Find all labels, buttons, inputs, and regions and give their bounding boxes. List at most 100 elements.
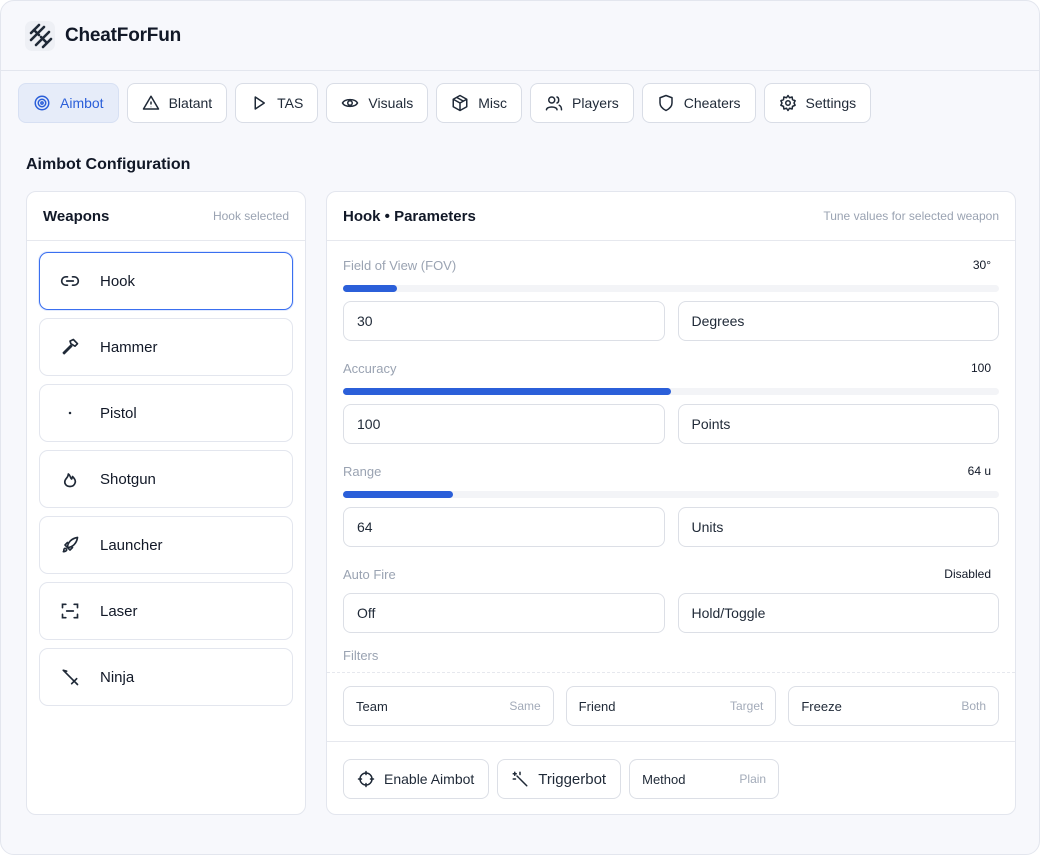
weapon-item-hammer[interactable]: Hammer bbox=[39, 318, 293, 376]
flame-icon bbox=[63, 473, 77, 488]
filter-friend[interactable]: Friend Target bbox=[565, 686, 777, 726]
target-icon bbox=[34, 95, 50, 111]
tab-aimbot[interactable]: Aimbot bbox=[18, 83, 119, 123]
weapon-item-shotgun[interactable]: Shotgun bbox=[39, 450, 293, 508]
tab-misc[interactable]: Misc bbox=[436, 83, 523, 123]
box-icon bbox=[452, 94, 468, 112]
weapon-label: Pistol bbox=[100, 404, 137, 422]
fov-slider[interactable] bbox=[343, 285, 999, 292]
weapons-hint: Hook selected bbox=[212, 209, 289, 223]
weapons-title: Weapons bbox=[43, 207, 110, 225]
weapon-item-launcher[interactable]: Launcher bbox=[39, 516, 293, 574]
filter-value: Target bbox=[729, 699, 764, 713]
triggerbot-button[interactable]: Triggerbot bbox=[497, 759, 622, 799]
weapon-label: Hook bbox=[100, 272, 136, 290]
range-value: 64 u bbox=[967, 464, 991, 478]
autofire-mode-select[interactable]: Hold/Toggle bbox=[677, 593, 999, 633]
tab-tas[interactable]: TAS bbox=[235, 83, 319, 123]
weapons-panel: Weapons Hook selected Hook Hammer Pistol… bbox=[26, 191, 306, 815]
range-slider[interactable] bbox=[343, 491, 999, 498]
users-icon bbox=[545, 96, 563, 111]
weapon-label: Launcher bbox=[100, 536, 163, 554]
fov-unit-field[interactable]: Degrees bbox=[677, 301, 999, 341]
hammer-icon bbox=[62, 338, 79, 355]
dot-icon bbox=[68, 411, 72, 415]
fov-setting: Field of View (FOV) 30° 30 Degrees bbox=[343, 255, 999, 341]
enable-aimbot-button[interactable]: Enable Aimbot bbox=[343, 759, 490, 799]
accuracy-value: 100 bbox=[970, 361, 991, 375]
tab-players[interactable]: Players bbox=[530, 83, 634, 123]
range-slider-fill bbox=[343, 491, 454, 498]
filters-label: Filters bbox=[343, 648, 379, 663]
filter-team[interactable]: Team Same bbox=[343, 686, 554, 726]
autofire-setting: Auto Fire Disabled Off Hold/Toggle bbox=[343, 564, 999, 633]
weapon-label: Ninja bbox=[100, 668, 135, 686]
weapon-item-pistol[interactable]: Pistol bbox=[39, 384, 293, 442]
fov-input[interactable]: 30 bbox=[343, 301, 665, 341]
fov-value: 30° bbox=[972, 258, 991, 272]
header: CheatForFun bbox=[1, 1, 1039, 71]
tab-visuals[interactable]: Visuals bbox=[326, 83, 429, 123]
wand-icon bbox=[512, 771, 528, 787]
scan-icon bbox=[61, 603, 79, 619]
app-title: CheatForFun bbox=[65, 24, 182, 46]
parameters-header: Hook • Parameters Tune values for select… bbox=[327, 192, 1015, 241]
divider bbox=[327, 741, 1015, 742]
filter-label: Friend bbox=[578, 698, 616, 714]
accuracy-slider[interactable] bbox=[343, 388, 999, 395]
crosshair-icon bbox=[357, 770, 375, 788]
weapon-item-hook[interactable]: Hook bbox=[39, 252, 293, 310]
filter-value: Same bbox=[509, 699, 541, 713]
sword-icon bbox=[62, 669, 79, 686]
button-label: Enable Aimbot bbox=[384, 771, 475, 787]
link-icon bbox=[60, 276, 80, 286]
range-unit-field[interactable]: Units bbox=[677, 507, 999, 547]
action-bar: Enable Aimbot Triggerbot Method Plain bbox=[343, 759, 780, 799]
tab-blatant[interactable]: Blatant bbox=[126, 83, 228, 123]
tab-cheaters[interactable]: Cheaters bbox=[641, 83, 756, 123]
eye-icon bbox=[342, 98, 359, 108]
gear-icon bbox=[779, 94, 796, 112]
accuracy-slider-fill bbox=[343, 388, 671, 395]
play-icon bbox=[254, 96, 266, 110]
button-label: Triggerbot bbox=[538, 770, 607, 788]
tab-label: Cheaters bbox=[683, 95, 741, 111]
autofire-select[interactable]: Off bbox=[343, 593, 665, 633]
app-window: CheatForFun Aimbot Blatant TAS Visuals M… bbox=[0, 0, 1040, 855]
accuracy-input[interactable]: 100 bbox=[343, 404, 665, 444]
weapon-item-ninja[interactable]: Ninja bbox=[39, 648, 293, 706]
fov-label: Field of View (FOV) bbox=[343, 257, 457, 273]
weapon-item-laser[interactable]: Laser bbox=[39, 582, 293, 640]
parameters-hint: Tune values for selected weapon bbox=[823, 209, 999, 223]
tab-settings[interactable]: Settings bbox=[763, 83, 872, 123]
filter-freeze[interactable]: Freeze Both bbox=[788, 686, 1000, 726]
section-title: Aimbot Configuration bbox=[26, 156, 191, 173]
tab-label: TAS bbox=[277, 95, 304, 111]
range-input[interactable]: 64 bbox=[343, 507, 665, 547]
divider bbox=[327, 672, 1015, 673]
tab-bar: Aimbot Blatant TAS Visuals Misc Players … bbox=[18, 83, 872, 123]
tab-label: Aimbot bbox=[60, 95, 104, 111]
range-setting: Range 64 u 64 Units bbox=[343, 461, 999, 547]
parameters-title: Hook • Parameters bbox=[343, 207, 476, 225]
tab-label: Misc bbox=[478, 95, 508, 111]
weapon-label: Laser bbox=[100, 602, 138, 620]
method-label: Method bbox=[642, 771, 686, 787]
accuracy-setting: Accuracy 100 100 Points bbox=[343, 358, 999, 444]
method-value: Plain bbox=[739, 772, 767, 786]
weapon-label: Shotgun bbox=[100, 470, 156, 488]
filter-group: Team Same Friend Target Freeze Both bbox=[343, 686, 1000, 726]
weapons-header: Weapons Hook selected bbox=[27, 192, 305, 241]
filter-label: Team bbox=[356, 698, 388, 714]
rocket-icon bbox=[62, 536, 79, 553]
autofire-value: Disabled bbox=[944, 567, 991, 581]
method-select[interactable]: Method Plain bbox=[629, 759, 780, 799]
parameters-panel: Hook • Parameters Tune values for select… bbox=[326, 191, 1016, 815]
autofire-label: Auto Fire bbox=[343, 566, 396, 582]
tab-label: Settings bbox=[805, 95, 857, 111]
tab-label: Players bbox=[572, 95, 619, 111]
accuracy-label: Accuracy bbox=[343, 360, 397, 376]
accuracy-unit-field[interactable]: Points bbox=[677, 404, 999, 444]
filter-value: Both bbox=[961, 699, 987, 713]
tab-label: Blatant bbox=[168, 95, 213, 111]
